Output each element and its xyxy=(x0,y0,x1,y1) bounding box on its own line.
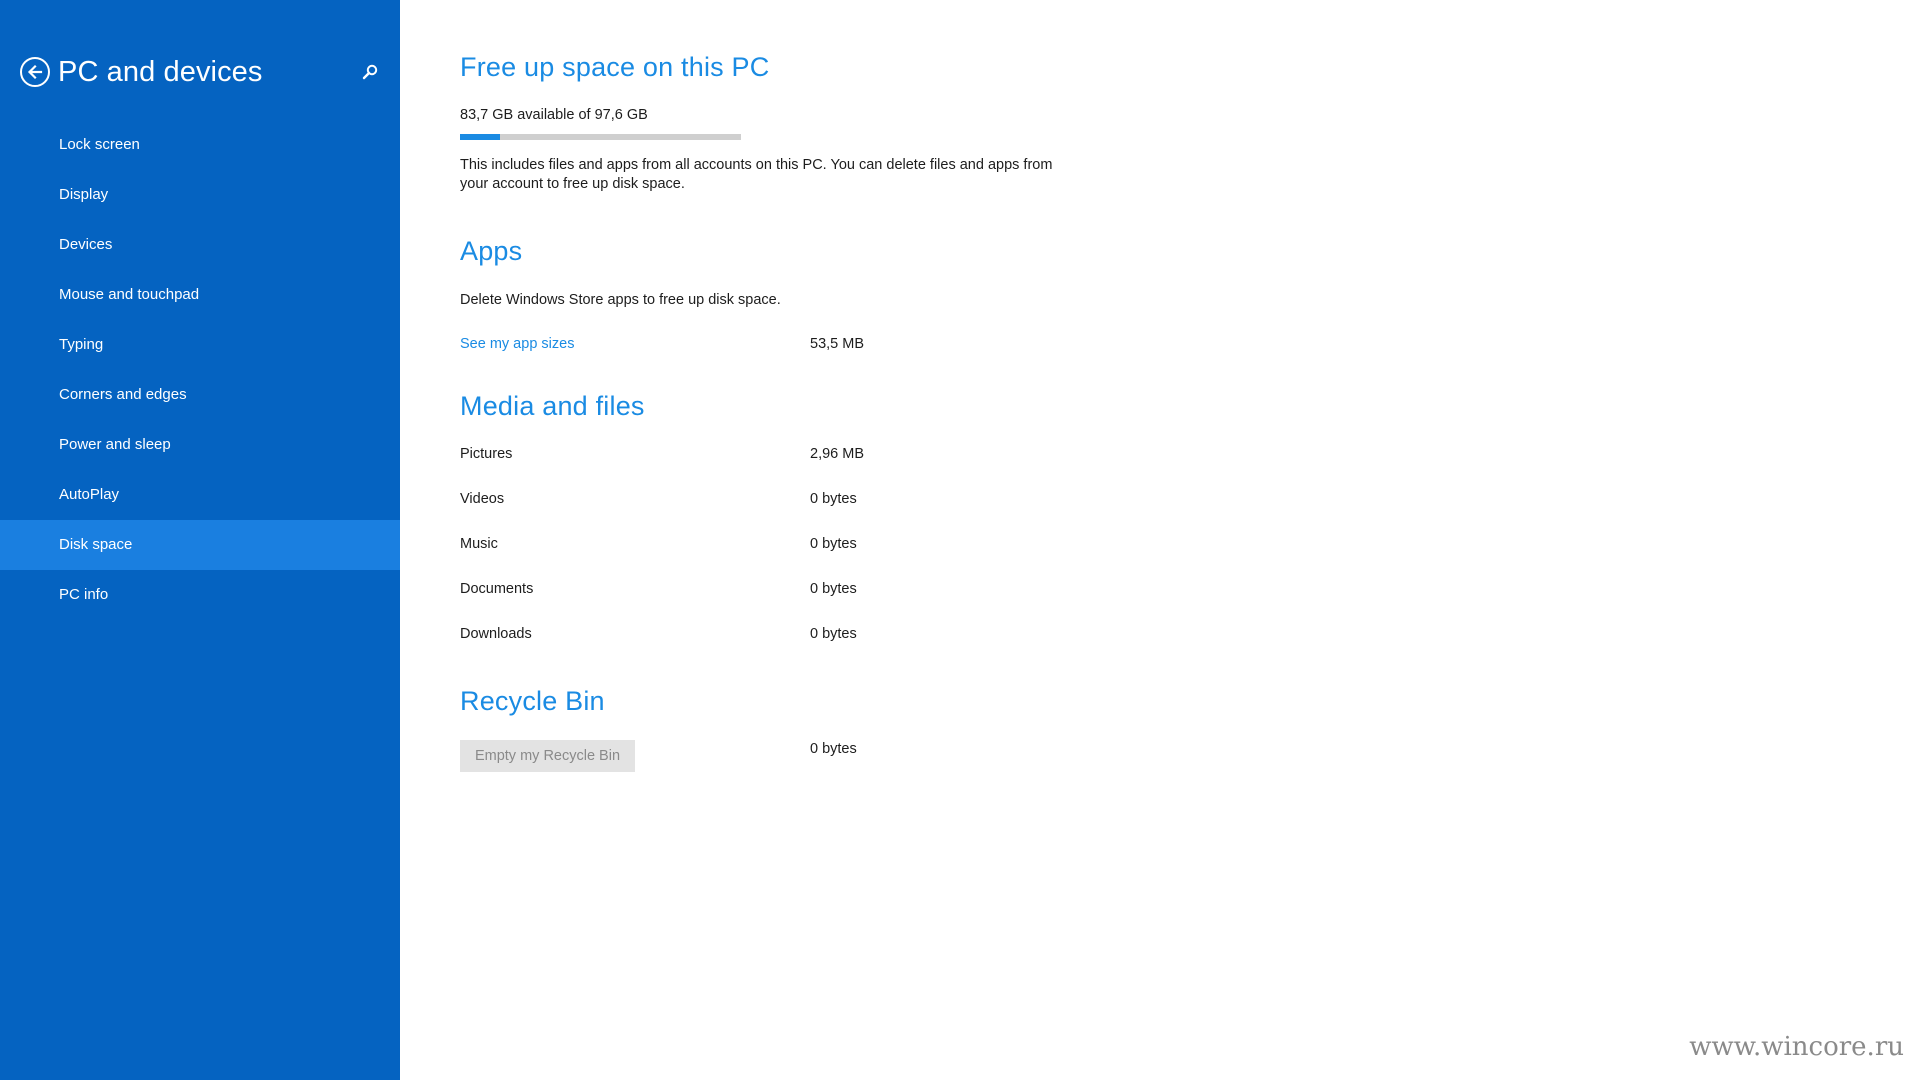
back-arrow-icon xyxy=(27,64,43,80)
downloads-size-value: 0 bytes xyxy=(810,626,857,642)
settings-app: PC and devices Lock screen Display Devic… xyxy=(0,0,1920,1080)
sidebar-item-typing[interactable]: Typing xyxy=(0,320,400,370)
sidebar-item-lock-screen[interactable]: Lock screen xyxy=(0,120,400,170)
free-space-description: This includes files and apps from all ac… xyxy=(460,157,1053,192)
sidebar-item-disk-space[interactable]: Disk space xyxy=(0,520,400,570)
recycle-bin-size-value: 0 bytes xyxy=(810,741,857,757)
pictures-label: Pictures xyxy=(460,446,513,462)
apps-size-value: 53,5 MB xyxy=(810,336,864,352)
music-label: Music xyxy=(460,536,498,552)
sidebar-item-devices[interactable]: Devices xyxy=(0,220,400,270)
sidebar-header: PC and devices xyxy=(20,52,380,92)
sidebar-nav: Lock screen Display Devices Mouse and to… xyxy=(0,120,400,620)
pictures-size-value: 2,96 MB xyxy=(810,446,864,462)
sidebar-item-display[interactable]: Display xyxy=(0,170,400,220)
sidebar-item-autoplay[interactable]: AutoPlay xyxy=(0,470,400,520)
sidebar-item-power-and-sleep[interactable]: Power and sleep xyxy=(0,420,400,470)
watermark: www.wincore.ru xyxy=(1689,1032,1904,1062)
see-app-sizes-link[interactable]: See my app sizes xyxy=(460,336,574,352)
sidebar-item-label: AutoPlay xyxy=(59,486,120,503)
videos-size-value: 0 bytes xyxy=(810,491,857,507)
empty-recycle-bin-button[interactable]: Empty my Recycle Bin xyxy=(460,740,635,772)
sidebar-item-label: Devices xyxy=(59,236,113,253)
search-button[interactable] xyxy=(358,60,382,84)
sidebar-item-label: PC info xyxy=(59,586,109,603)
documents-size-value: 0 bytes xyxy=(810,581,857,597)
sidebar-item-pc-info[interactable]: PC info xyxy=(0,570,400,620)
disk-available-text: 83,7 GB available of 97,6 GB xyxy=(460,107,648,123)
sidebar-item-corners-and-edges[interactable]: Corners and edges xyxy=(0,370,400,420)
sidebar-item-label: Lock screen xyxy=(59,136,140,153)
free-space-heading: Free up space on this PC xyxy=(460,52,770,82)
sidebar-item-label: Typing xyxy=(59,336,104,353)
page-title: PC and devices xyxy=(58,55,263,88)
apps-heading: Apps xyxy=(460,236,523,266)
videos-label: Videos xyxy=(460,491,505,507)
documents-label: Documents xyxy=(460,581,534,597)
music-size-value: 0 bytes xyxy=(810,536,857,552)
apps-description: Delete Windows Store apps to free up dis… xyxy=(460,292,781,308)
sidebar-item-label: Display xyxy=(59,186,109,203)
sidebar-item-mouse-and-touchpad[interactable]: Mouse and touchpad xyxy=(0,270,400,320)
disk-usage-bar xyxy=(460,134,741,140)
search-icon xyxy=(362,64,378,80)
sidebar-item-label: Disk space xyxy=(59,536,133,553)
media-files-heading: Media and files xyxy=(460,391,645,421)
main-content: Free up space on this PC 83,7 GB availab… xyxy=(460,0,1860,1080)
sidebar-item-label: Power and sleep xyxy=(59,436,171,453)
sidebar-item-label: Mouse and touchpad xyxy=(59,286,200,303)
downloads-label: Downloads xyxy=(460,626,532,642)
back-button[interactable] xyxy=(20,57,50,87)
sidebar-item-label: Corners and edges xyxy=(59,386,187,403)
recycle-bin-heading: Recycle Bin xyxy=(460,686,605,716)
sidebar: PC and devices Lock screen Display Devic… xyxy=(0,0,400,1080)
disk-usage-fill xyxy=(460,134,500,140)
